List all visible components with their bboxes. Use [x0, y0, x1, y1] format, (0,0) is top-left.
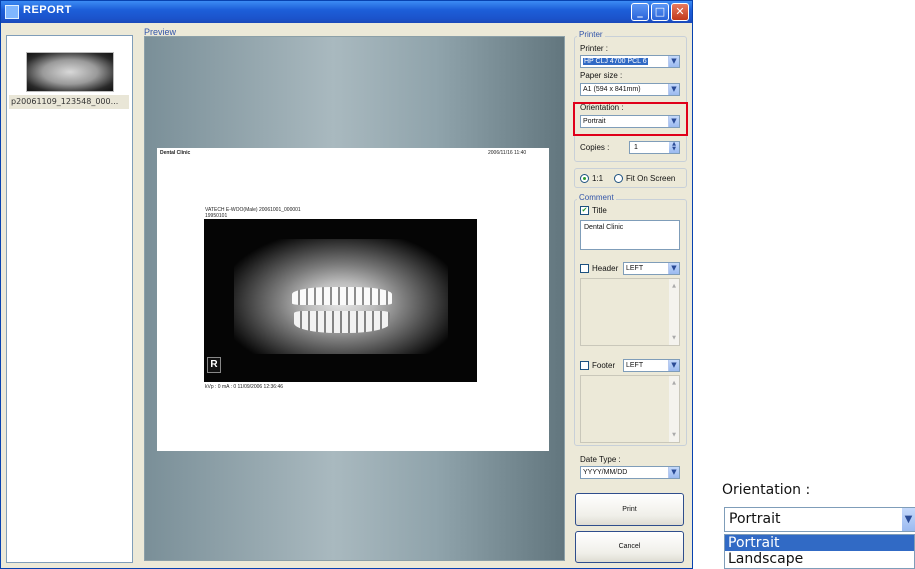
printer-label: Printer :	[580, 44, 609, 53]
page-footer-info: kVp : 0 mA : 0 11/09/2006 12:36:46	[205, 384, 284, 390]
scroll-up-icon[interactable]: ▲	[669, 378, 679, 388]
header-text-field[interactable]: ▲ ▼	[580, 278, 680, 346]
title-bar[interactable]: REPORT _ □ ✕	[1, 1, 692, 23]
footer-checkbox[interactable]	[580, 361, 589, 370]
xray-upper-teeth	[292, 287, 392, 305]
xray-image: R	[204, 219, 477, 382]
chevron-down-icon[interactable]: ▼	[668, 467, 679, 478]
thumbnail-caption[interactable]: p20061109_123548_000...	[9, 95, 129, 109]
printer-select-value: HP CLJ 4700 PCL 6	[583, 58, 648, 65]
zoom-orientation-select[interactable]: Portrait	[724, 507, 915, 532]
chevron-down-icon[interactable]: ▼	[668, 84, 679, 95]
comment-group-title: Comment	[577, 193, 616, 202]
paper-size-label: Paper size :	[580, 71, 623, 80]
close-button[interactable]: ✕	[671, 3, 689, 21]
footer-align-value: LEFT	[626, 362, 644, 369]
footer-scrollbar[interactable]: ▲ ▼	[669, 376, 679, 442]
app-icon	[5, 5, 19, 19]
paper-size-select[interactable]: A1 (594 x 841mm) ▼	[580, 83, 680, 96]
title-checkbox[interactable]: ✔	[580, 206, 589, 215]
printer-group-title: Printer	[577, 30, 605, 39]
footer-checkbox-label[interactable]: Footer	[592, 361, 615, 370]
zoom-orientation-list[interactable]: Portrait Landscape	[724, 534, 915, 569]
chevron-down-icon[interactable]: ▼	[668, 360, 679, 371]
orientation-option-portrait[interactable]: Portrait	[725, 535, 914, 551]
zoom-orientation-label: Orientation :	[722, 482, 811, 498]
header-checkbox-label[interactable]: Header	[592, 264, 618, 273]
scale-fit-label[interactable]: Fit On Screen	[626, 174, 675, 183]
xray-lower-teeth	[294, 311, 390, 333]
zoom-orientation-value: Portrait	[729, 511, 781, 527]
thumbnail-list[interactable]: p20061109_123548_000...	[6, 35, 133, 563]
spin-arrows-icon[interactable]: ▲ ▼	[669, 142, 679, 153]
scale-1to1-label[interactable]: 1:1	[592, 174, 603, 183]
cancel-button[interactable]: Cancel	[575, 531, 684, 563]
footer-text-field[interactable]: ▲ ▼	[580, 375, 680, 443]
chevron-down-icon[interactable]: ▼	[668, 56, 679, 67]
header-checkbox[interactable]	[580, 264, 589, 273]
minimize-button[interactable]: _	[631, 3, 649, 21]
header-scrollbar[interactable]: ▲ ▼	[669, 279, 679, 345]
orientation-option-landscape[interactable]: Landscape	[725, 551, 914, 567]
orientation-highlight	[573, 102, 688, 136]
page-datetime: 2006/11/16 11:40	[488, 150, 527, 156]
printer-select[interactable]: HP CLJ 4700 PCL 6 ▼	[580, 55, 680, 68]
xray-side-marker: R	[207, 357, 221, 373]
scroll-down-icon[interactable]: ▼	[669, 333, 679, 343]
thumbnail-image[interactable]	[26, 52, 114, 92]
window-title: REPORT	[23, 4, 72, 16]
date-type-select[interactable]: YYYY/MM/DD ▼	[580, 466, 680, 479]
scale-fit-radio[interactable]	[614, 174, 623, 183]
paper-size-value: A1 (594 x 841mm)	[583, 86, 641, 93]
date-type-value: YYYY/MM/DD	[583, 469, 628, 476]
maximize-button[interactable]: □	[651, 3, 669, 21]
scroll-up-icon[interactable]: ▲	[669, 281, 679, 291]
header-align-select[interactable]: LEFT ▼	[623, 262, 680, 275]
scroll-down-icon[interactable]: ▼	[669, 430, 679, 440]
copies-spinner[interactable]: 1 ▲ ▼	[629, 141, 680, 154]
header-align-value: LEFT	[626, 265, 644, 272]
print-button[interactable]: Print	[575, 493, 684, 526]
date-type-label: Date Type :	[580, 455, 621, 464]
page-title: Dental Clinic	[160, 150, 191, 156]
copies-value: 1	[634, 144, 638, 151]
copies-label: Copies :	[580, 143, 610, 152]
chevron-down-icon[interactable]: ▼	[668, 263, 679, 274]
footer-align-select[interactable]: LEFT ▼	[623, 359, 680, 372]
chevron-down-icon[interactable]: ▼	[902, 508, 915, 531]
title-checkbox-label[interactable]: Title	[592, 206, 607, 215]
scale-1to1-radio[interactable]	[580, 174, 589, 183]
title-text-field[interactable]: Dental Clinic	[580, 220, 680, 250]
